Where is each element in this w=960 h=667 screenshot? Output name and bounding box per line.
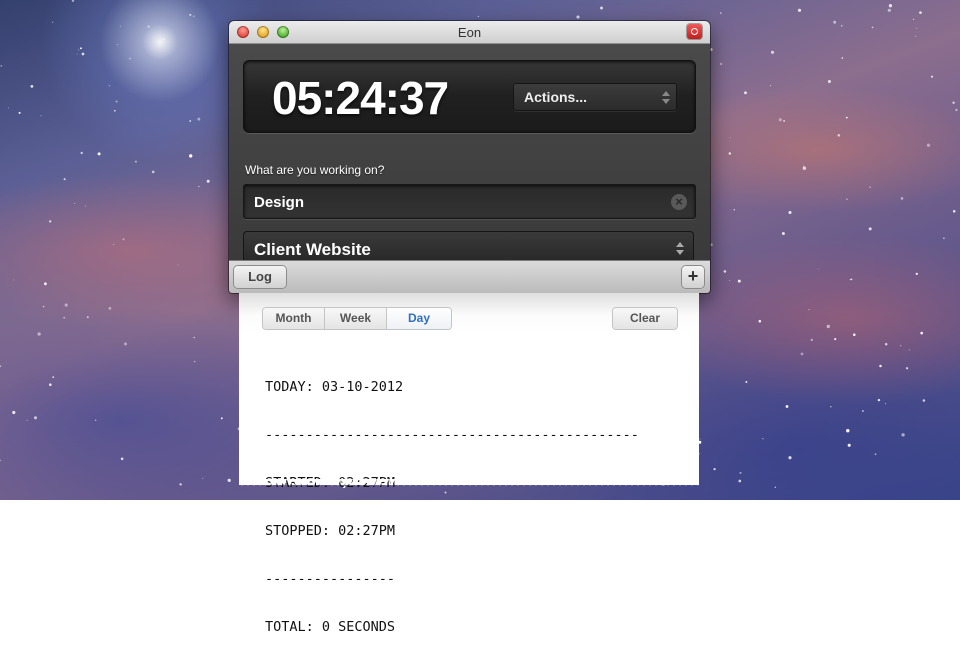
log-line: ---------------- [265, 571, 396, 587]
updown-arrows-icon [662, 91, 670, 104]
project-select-value: Client Website [254, 240, 371, 259]
tab-week[interactable]: Week [325, 308, 387, 329]
log-line: ----------------------------------------… [265, 427, 639, 443]
log-button[interactable]: Log [234, 266, 286, 288]
actions-label: Actions... [524, 89, 588, 105]
add-button[interactable]: + [682, 266, 704, 288]
window-title: Eon [457, 25, 482, 40]
receipt-torn-edge [239, 479, 699, 486]
timer-display: 05:24:37 [272, 72, 449, 124]
clear-log-button[interactable]: Clear [613, 308, 677, 329]
bottom-toolbar: Log + [229, 260, 710, 293]
record-icon[interactable] [687, 24, 702, 39]
log-text: TODAY: 03-10-2012 ----------------------… [265, 347, 639, 667]
log-line: TOTAL: 0 SECONDS [265, 619, 396, 635]
task-input[interactable]: Design × [243, 184, 696, 219]
task-prompt-label: What are you working on? [245, 163, 385, 177]
timer-panel: 05:24:37 Actions... [243, 60, 696, 133]
clear-field-icon[interactable]: × [671, 194, 687, 210]
task-input-value: Design [254, 194, 305, 211]
tab-day[interactable]: Day [387, 308, 451, 329]
main-panel: 05:24:37 Actions... What are you working… [229, 44, 710, 267]
log-receipt: Month Week Day Clear TODAY: 03-10-2012 -… [239, 293, 699, 635]
period-tabs: Month Week Day [263, 308, 451, 329]
eon-window: Eon 05:24:37 Actions... What are you wor… [229, 21, 710, 293]
updown-arrows-icon [676, 242, 684, 255]
tab-month[interactable]: Month [263, 308, 325, 329]
log-line: STOPPED: 02:27PM [265, 523, 396, 539]
log-line: TODAY: 03-10-2012 [265, 379, 404, 395]
title-bar[interactable]: Eon [229, 21, 710, 44]
actions-dropdown[interactable]: Actions... [513, 83, 677, 111]
